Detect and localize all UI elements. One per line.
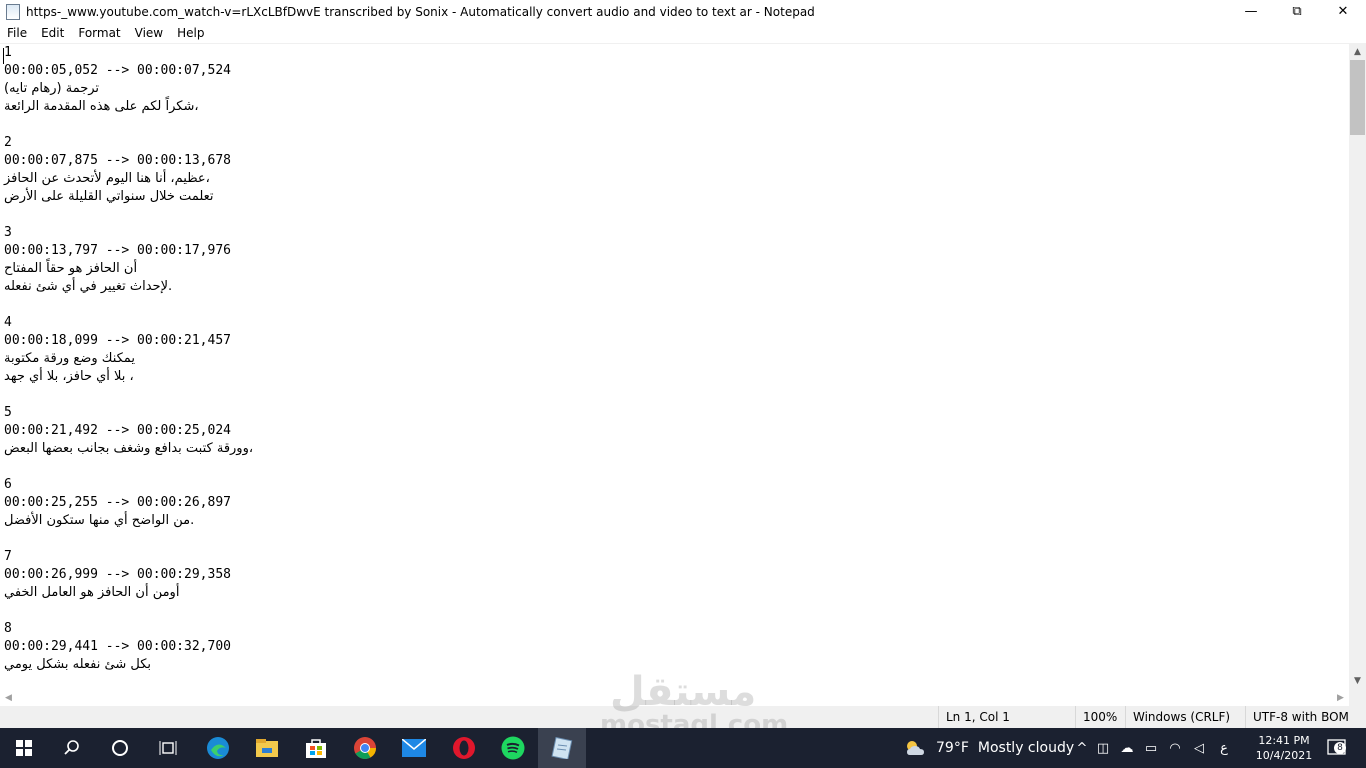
editor-line: 00:00:25,255 --> 00:00:26,897 bbox=[4, 495, 231, 510]
menu-view[interactable]: View bbox=[128, 26, 170, 40]
editor-line: 3 bbox=[4, 225, 12, 240]
editor-line: وورقة كتبت بدافع وشغف بجانب بعضها البعض، bbox=[4, 441, 254, 456]
window-title: https-_www.youtube.com_watch-v=rLXcLBfDw… bbox=[26, 4, 815, 19]
chevron-up-icon[interactable]: ^ bbox=[1073, 741, 1091, 756]
battery-icon[interactable]: ▭ bbox=[1139, 741, 1163, 756]
text-editor[interactable]: 1 00:00:05,052 --> 00:00:07,524 ترجمة (رها… bbox=[0, 43, 1349, 689]
editor-line: 8 bbox=[4, 621, 12, 636]
notepad-taskbar-icon[interactable] bbox=[538, 728, 586, 768]
editor-line: عظيم، أنا هنا اليوم لأتحدث عن الحافز، bbox=[4, 171, 210, 186]
editor-line: شكراً لكم على هذه المقدمة الرائعة، bbox=[4, 99, 199, 114]
scroll-up-icon[interactable]: ▲ bbox=[1349, 43, 1366, 60]
close-button[interactable]: ✕ bbox=[1320, 0, 1366, 23]
menu-format[interactable]: Format bbox=[71, 26, 127, 40]
editor-line: 1 bbox=[4, 45, 12, 60]
editor-line: 7 bbox=[4, 549, 12, 564]
file-explorer-icon[interactable] bbox=[243, 728, 291, 768]
title-bar: https-_www.youtube.com_watch-v=rLXcLBfDw… bbox=[0, 0, 1366, 23]
scroll-down-icon[interactable]: ▼ bbox=[1349, 672, 1366, 689]
status-position: Ln 1, Col 1 bbox=[938, 706, 1075, 728]
menu-help[interactable]: Help bbox=[170, 26, 211, 40]
editor-line: 00:00:26,999 --> 00:00:29,358 bbox=[4, 567, 231, 582]
clock-date: 10/4/2021 bbox=[1255, 749, 1313, 762]
editor-line: تعلمت خلال سنواتي القليلة على الأرض bbox=[4, 189, 214, 204]
scroll-left-icon[interactable]: ◀ bbox=[0, 689, 17, 706]
menu-edit[interactable]: Edit bbox=[34, 26, 71, 40]
start-icon[interactable] bbox=[0, 728, 48, 768]
opera-icon[interactable] bbox=[440, 728, 488, 768]
editor-line: بكل شئ نفعله بشكل يومي bbox=[4, 657, 152, 672]
search-icon[interactable] bbox=[48, 728, 96, 768]
mail-icon[interactable] bbox=[390, 728, 438, 768]
clock[interactable]: 12:41 PM 10/4/2021 bbox=[1254, 728, 1314, 768]
editor-line: 00:00:18,099 --> 00:00:21,457 bbox=[4, 333, 231, 348]
editor-line: لإحداث تغيير في أي شئ نفعله. bbox=[4, 279, 173, 294]
cortana-icon[interactable] bbox=[96, 728, 144, 768]
vertical-scrollbar[interactable]: ▲ ▼ bbox=[1349, 43, 1366, 689]
editor-line: 5 bbox=[4, 405, 12, 420]
editor-line: 2 bbox=[4, 135, 12, 150]
language-indicator[interactable]: ع bbox=[1211, 741, 1237, 756]
scrollbar-corner bbox=[1349, 689, 1366, 706]
editor-line: ترجمة (رهام تايه) bbox=[4, 81, 100, 96]
cloud-sun-icon bbox=[907, 741, 924, 755]
edge-icon[interactable] bbox=[194, 728, 242, 768]
editor-line: 4 bbox=[4, 315, 12, 330]
weather-widget[interactable]: 79°F Mostly cloudy bbox=[903, 728, 1074, 768]
volume-icon[interactable]: ◁ bbox=[1187, 741, 1211, 756]
spotify-icon[interactable] bbox=[489, 728, 537, 768]
editor-line: 00:00:29,441 --> 00:00:32,700 bbox=[4, 639, 231, 654]
editor-line: من الواضح أي منها ستكون الأفضل. bbox=[4, 513, 195, 528]
menu-bar: File Edit Format View Help bbox=[0, 23, 1366, 43]
editor-line: 00:00:07,875 --> 00:00:13,678 bbox=[4, 153, 231, 168]
scroll-right-icon[interactable]: ▶ bbox=[1332, 689, 1349, 706]
onedrive-icon[interactable]: ☁ bbox=[1115, 741, 1139, 756]
minimize-button[interactable]: — bbox=[1228, 0, 1274, 23]
status-zoom: 100% bbox=[1075, 706, 1125, 728]
system-tray: ^ ◫ ☁ ▭ ◠ ◁ ع bbox=[1073, 728, 1237, 768]
editor-line: بلا أي حافز، بلا أي جهد ، bbox=[4, 369, 134, 384]
status-encoding: UTF-8 with BOM bbox=[1245, 706, 1366, 728]
chrome-icon[interactable] bbox=[341, 728, 389, 768]
scroll-thumb[interactable] bbox=[1350, 60, 1365, 135]
notepad-icon bbox=[6, 3, 20, 20]
wifi-icon[interactable]: ◠ bbox=[1163, 741, 1187, 756]
weather-text: Mostly cloudy bbox=[977, 740, 1075, 756]
notifications-icon[interactable]: 8 bbox=[1322, 728, 1352, 768]
editor-line: 00:00:05,052 --> 00:00:07,524 bbox=[4, 63, 231, 78]
taskbar: 79°F Mostly cloudy ^ ◫ ☁ ▭ ◠ ◁ ع 12:41 P… bbox=[0, 728, 1366, 768]
maximize-button[interactable]: ⧉ bbox=[1274, 0, 1320, 23]
watermark-arabic: مستقل bbox=[610, 669, 757, 715]
weather-temp: 79°F bbox=[936, 740, 969, 756]
store-icon[interactable] bbox=[292, 728, 340, 768]
editor-line: أن الحافز هو حقاً المفتاح bbox=[4, 261, 138, 276]
menu-file[interactable]: File bbox=[0, 26, 34, 40]
status-line-ending: Windows (CRLF) bbox=[1125, 706, 1245, 728]
meet-now-icon[interactable]: ◫ bbox=[1091, 741, 1115, 756]
editor-line: يمكنك وضع ورقة مكتوبة bbox=[4, 351, 135, 366]
editor-line: 6 bbox=[4, 477, 12, 492]
editor-line: 00:00:13,797 --> 00:00:17,976 bbox=[4, 243, 231, 258]
clock-time: 12:41 PM bbox=[1258, 734, 1310, 747]
notification-count: 8 bbox=[1334, 742, 1346, 754]
editor-line: أومن أن الحافز هو العامل الخفي bbox=[4, 585, 180, 600]
editor-line: 00:00:21,492 --> 00:00:25,024 bbox=[4, 423, 231, 438]
task-view-icon[interactable] bbox=[144, 728, 192, 768]
